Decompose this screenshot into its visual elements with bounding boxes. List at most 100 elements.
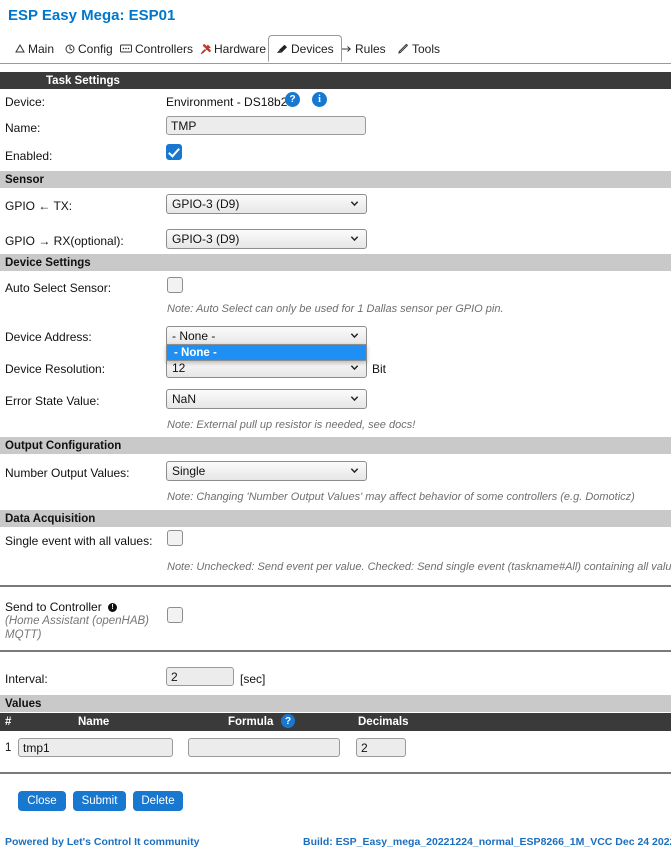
gpio-tx-select[interactable]: GPIO-3 (D9) <box>166 194 367 214</box>
tab-controllers-label: Controllers <box>135 42 194 56</box>
device-resolution-unit: Bit <box>372 362 387 376</box>
section-data-acquisition-label: Data Acquisition <box>5 512 96 525</box>
page-root: ESP Easy Mega: ESP01 Main Config Control… <box>0 0 671 855</box>
device-info-icon[interactable]: i <box>312 92 327 107</box>
tab-config-label: Config <box>78 42 113 56</box>
error-state-value-label: Error State Value: <box>5 394 100 408</box>
enabled-label: Enabled: <box>5 149 53 163</box>
main-navigation-tabs: Main Config Controllers Hardware Devices <box>0 35 671 64</box>
section-task-settings-label: Task Settings <box>46 74 120 87</box>
value-decimals-input-1[interactable] <box>356 738 406 757</box>
section-device-settings: Device Settings <box>0 254 671 271</box>
section-data-acquisition: Data Acquisition <box>0 510 671 527</box>
enabled-checkbox[interactable] <box>166 144 182 160</box>
send-to-controller-checkbox[interactable] <box>167 607 183 623</box>
auto-select-sensor-checkbox[interactable] <box>167 277 183 293</box>
tab-devices[interactable]: Devices <box>268 35 342 62</box>
number-output-values-label: Number Output Values: <box>5 466 130 480</box>
error-state-note: Note: External pull up resistor is neede… <box>167 419 416 431</box>
auto-select-sensor-label: Auto Select Sensor: <box>5 281 112 295</box>
device-address-value: - None - <box>172 329 216 343</box>
device-label: Device: <box>5 95 46 109</box>
chat-icon <box>120 44 132 54</box>
divider-above-interval <box>0 650 671 652</box>
footer-build: Build: ESP_Easy_mega_20221224_normal_ESP… <box>303 836 671 848</box>
interval-unit: [sec] <box>240 672 266 686</box>
tab-main-label: Main <box>28 42 55 56</box>
interval-label: Interval: <box>5 672 48 686</box>
interval-input[interactable] <box>166 667 234 686</box>
gear-icon <box>65 44 75 54</box>
section-values-label: Values <box>5 697 42 710</box>
tab-main[interactable]: Main <box>8 36 61 62</box>
pin-icon <box>200 43 211 55</box>
value-name-input-1[interactable] <box>18 738 173 757</box>
tab-config[interactable]: Config <box>58 36 120 62</box>
section-sensor-label: Sensor <box>5 173 44 186</box>
device-address-dropdown-list[interactable]: - None - <box>166 344 367 361</box>
error-state-value-selected: NaN <box>172 392 197 406</box>
gpio-tx-label: GPIO ← TX: <box>5 199 73 213</box>
section-sensor: Sensor <box>0 171 671 188</box>
home-icon <box>15 44 25 54</box>
error-state-value-select[interactable]: NaN <box>166 389 367 409</box>
send-to-controller-block: Send to Controller ! (Home Assistant (op… <box>5 600 160 642</box>
tab-rules-label: Rules <box>355 42 386 56</box>
values-row-number: 1 <box>5 742 12 754</box>
formula-help-icon[interactable]: ? <box>281 714 295 728</box>
send-to-controller-info-icon[interactable]: ! <box>108 603 118 613</box>
close-button[interactable]: Close <box>18 791 66 811</box>
footer-build-value: ESP_Easy_mega_20221224_normal_ESP8266_1M… <box>335 836 671 848</box>
values-column-decimals: Decimals <box>358 716 409 728</box>
device-resolution-select[interactable]: 12 <box>166 358 367 378</box>
section-output-configuration: Output Configuration <box>0 437 671 454</box>
tab-tools-label: Tools <box>412 42 441 56</box>
single-event-note: Note: Unchecked: Send event per value. C… <box>167 561 671 573</box>
device-value: Environment - DS18b20 <box>166 95 295 109</box>
tab-hardware-label: Hardware <box>214 42 267 56</box>
divider-above-buttons <box>0 772 671 774</box>
plug-icon <box>276 44 288 54</box>
device-resolution-value: 12 <box>172 361 186 375</box>
tab-tools[interactable]: Tools <box>391 36 447 62</box>
delete-button[interactable]: Delete <box>133 791 183 811</box>
gpio-rx-label: GPIO → RX(optional): <box>5 234 124 248</box>
single-event-checkbox[interactable] <box>167 530 183 546</box>
send-to-controller-label: Send to Controller <box>5 600 102 614</box>
values-column-name: Name <box>78 716 110 728</box>
values-table-header: # Name Formula Decimals <box>0 713 671 731</box>
tab-rules[interactable]: Rules <box>334 36 393 62</box>
send-to-controller-sub1: (Home Assistant (openHAB) <box>5 615 150 627</box>
single-event-label: Single event with all values: <box>5 534 153 548</box>
number-output-values-note: Note: Changing 'Number Output Values' ma… <box>167 491 635 503</box>
chevron-down-icon <box>350 468 359 474</box>
device-address-option-none[interactable]: - None - <box>167 345 366 360</box>
submit-button[interactable]: Submit <box>73 791 126 811</box>
auto-select-sensor-note: Note: Auto Select can only be used for 1… <box>167 303 504 315</box>
footer-powered-by[interactable]: Powered by Let's Control It community <box>5 836 199 848</box>
tab-hardware[interactable]: Hardware <box>193 36 273 62</box>
number-output-values-value: Single <box>172 464 206 478</box>
gpio-rx-value: GPIO-3 (D9) <box>172 232 240 246</box>
gpio-tx-value: GPIO-3 (D9) <box>172 197 240 211</box>
device-resolution-label: Device Resolution: <box>5 362 106 376</box>
tab-controllers[interactable]: Controllers <box>113 36 200 62</box>
device-address-select[interactable]: - None - <box>166 326 367 346</box>
arrow-icon <box>341 44 352 54</box>
section-output-configuration-label: Output Configuration <box>5 439 122 452</box>
device-address-label: Device Address: <box>5 330 92 344</box>
footer-build-label: Build: <box>303 836 333 848</box>
section-task-settings: Task Settings <box>0 72 671 89</box>
chevron-down-icon <box>350 333 359 339</box>
name-input[interactable] <box>166 116 366 135</box>
send-to-controller-sub2: MQTT) <box>5 629 42 641</box>
chevron-down-icon <box>350 365 359 371</box>
section-values: Values <box>0 695 671 712</box>
section-device-settings-label: Device Settings <box>5 256 91 269</box>
number-output-values-select[interactable]: Single <box>166 461 367 481</box>
gpio-rx-select[interactable]: GPIO-3 (D9) <box>166 229 367 249</box>
device-help-icon[interactable]: ? <box>285 92 300 107</box>
values-column-number: # <box>5 716 12 728</box>
chevron-down-icon <box>350 201 359 207</box>
value-formula-input-1[interactable] <box>188 738 340 757</box>
